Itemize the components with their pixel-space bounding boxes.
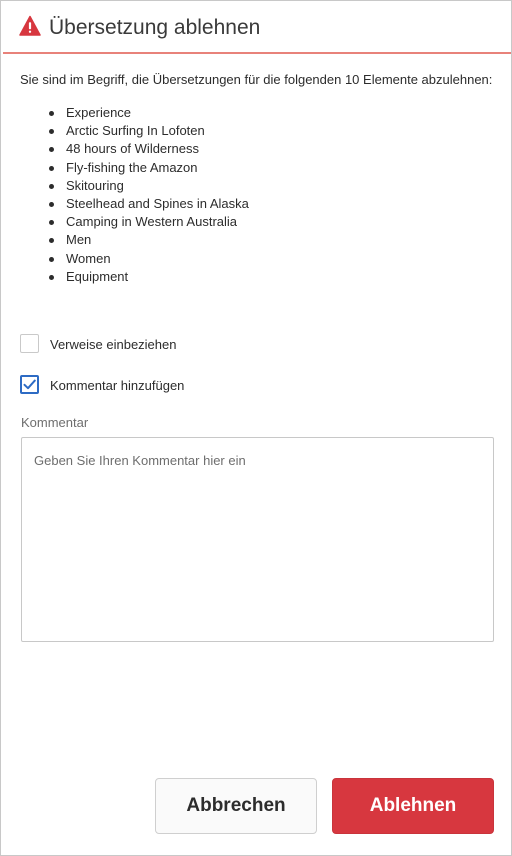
- bullet-icon: [49, 129, 54, 135]
- dialog-title: Übersetzung ablehnen: [49, 16, 261, 39]
- list-item-label: 48 hours of Wilderness: [66, 141, 199, 157]
- list-item-label: Experience: [66, 105, 132, 120]
- bullet-icon: [49, 183, 54, 189]
- bullet-icon: [49, 165, 54, 171]
- add-comment-label[interactable]: Kommentar hinzufügen: [50, 377, 184, 394]
- list-item-label: Arctic Surfing In Lofoten: [66, 123, 205, 139]
- comment-field-label: Kommentar: [21, 415, 89, 430]
- list-item-label: Camping in Western Australia: [66, 214, 238, 230]
- bullet-icon: [49, 111, 54, 116]
- list-item-label: Men: [66, 232, 92, 248]
- list-item: Camping in Western Australia: [49, 213, 249, 231]
- reject-button[interactable]: Ablehnen: [332, 778, 494, 834]
- list-item: Men: [49, 231, 249, 249]
- checkbox-checked[interactable]: [20, 375, 39, 394]
- list-item-label: Steelhead and Spines in Alaska: [66, 196, 249, 212]
- checkmark-icon: [23, 379, 36, 390]
- bullet-icon: [49, 220, 54, 226]
- checkbox-unchecked[interactable]: [20, 334, 39, 353]
- include-references-label[interactable]: Verweise einbeziehen: [50, 336, 176, 353]
- bullet-icon: [49, 274, 54, 280]
- intro-text: Sie sind im Begriff, die Übersetzungen f…: [20, 72, 493, 87]
- list-item: Women: [49, 250, 249, 268]
- list-item-label: Equipment: [66, 268, 129, 284]
- cancel-button[interactable]: Abbrechen: [155, 778, 317, 834]
- bullet-icon: [49, 256, 54, 262]
- header-divider: [3, 52, 511, 54]
- list-item-label: Skitouring: [66, 177, 124, 193]
- list-item: Arctic Surfing In Lofoten: [49, 122, 249, 140]
- comment-textarea[interactable]: [21, 437, 494, 642]
- list-item: Skitouring: [49, 177, 249, 195]
- alert-triangle-icon: [19, 15, 41, 37]
- list-item-label: Fly-fishing the Amazon: [66, 159, 198, 175]
- item-list: Experience Arctic Surfing In Lofoten 48 …: [49, 104, 249, 286]
- list-item: Steelhead and Spines in Alaska: [49, 195, 249, 213]
- list-item: 48 hours of Wilderness: [49, 140, 249, 158]
- list-item: Equipment: [49, 268, 249, 286]
- dialog-header: Übersetzung ablehnen: [1, 1, 511, 54]
- list-item-label: Women: [66, 250, 111, 266]
- list-item: Experience: [49, 104, 249, 122]
- bullet-icon: [49, 202, 54, 208]
- bullet-icon: [49, 238, 54, 244]
- bullet-icon: [49, 147, 54, 153]
- list-item: Fly-fishing the Amazon: [49, 159, 249, 177]
- reject-translation-dialog: Übersetzung ablehnen Sie sind im Begriff…: [0, 0, 512, 856]
